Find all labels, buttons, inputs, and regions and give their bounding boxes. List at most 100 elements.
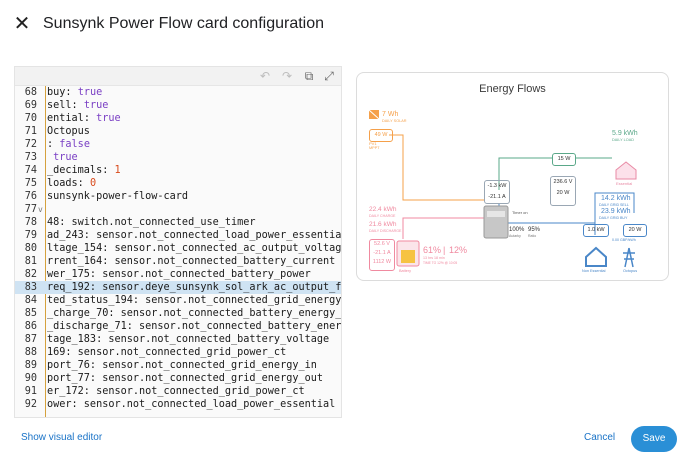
code-line[interactable]: 76 sunsynk-power-flow-card bbox=[15, 190, 341, 203]
code-line[interactable]: 81 rrent_164: sensor.not_connected_batter… bbox=[15, 255, 341, 268]
fold-toggle-icon[interactable]: v bbox=[38, 203, 43, 216]
line-key: ential bbox=[47, 113, 84, 124]
line-number: 74 bbox=[24, 165, 37, 176]
nonessential-house-graphic bbox=[585, 246, 607, 267]
battery-discharge-daily: 21.6 kWh bbox=[369, 221, 397, 228]
undo-icon[interactable]: ↶ bbox=[257, 68, 273, 84]
code-line[interactable]: 79 ad_243: sensor.not_connected_load_powe… bbox=[15, 229, 341, 242]
code-lines[interactable]: 68 buy: true 69 sell: true 70 ential: true 71 O… bbox=[15, 86, 341, 417]
battery-soc-separator: | bbox=[443, 245, 446, 255]
line-number: 77 bbox=[24, 204, 37, 215]
line-text: Octopus bbox=[47, 125, 90, 138]
sun-panel-graphic bbox=[368, 109, 380, 120]
line-text: sunsynk-power-flow-card bbox=[47, 190, 188, 203]
line-key: buy bbox=[47, 87, 66, 98]
line-value: false bbox=[59, 139, 90, 150]
line-number: 85 bbox=[24, 308, 37, 319]
autarky-percent: 100% bbox=[509, 227, 525, 233]
line-number: 91 bbox=[24, 386, 37, 397]
line-number: 78 bbox=[24, 217, 37, 228]
line-text: ower: sensor.not_connected_load_power_es… bbox=[47, 398, 335, 411]
grid-sell-value: 14.2 kWh bbox=[601, 195, 631, 202]
line-key: ltage_154: sensor.not_connected_ac_outpu… bbox=[47, 243, 342, 254]
battery-soc: 61% bbox=[423, 245, 442, 255]
code-line[interactable]: 71 Octopus bbox=[15, 125, 341, 138]
inverter-box-1: -1.3 kW -21.1 A bbox=[484, 180, 510, 204]
line-number: 84 bbox=[24, 295, 37, 306]
cancel-button[interactable]: Cancel bbox=[584, 432, 615, 443]
code-line[interactable]: 90 port_77: sensor.not_connected_grid_ene… bbox=[15, 372, 341, 385]
line-key: 48: switch.not_connected_use_timer bbox=[47, 217, 256, 228]
code-line[interactable]: 83 req_192: sensor.deye_sunsynk_sol_ark_a… bbox=[15, 281, 341, 294]
yaml-code-editor[interactable]: ↶ ↷ ⧉ ⤢ 68 buy: true 69 sell: true 70 ential:… bbox=[14, 66, 342, 418]
battery-graphic bbox=[396, 240, 420, 267]
inverter-voltage: 236.6 V bbox=[553, 179, 573, 185]
code-line[interactable]: 88 169: sensor.not_connected_grid_power_c… bbox=[15, 346, 341, 359]
code-line[interactable]: 68 buy: true bbox=[15, 86, 341, 99]
code-line[interactable]: 73 true bbox=[15, 151, 341, 164]
solar-line bbox=[389, 134, 484, 201]
fullscreen-icon[interactable]: ⤢ bbox=[321, 68, 337, 84]
show-visual-editor-button[interactable]: Show visual editor bbox=[21, 432, 102, 443]
grid-tariff-label: 0.00 GBP/kWh bbox=[612, 238, 636, 242]
code-line[interactable]: 74 _decimals: 1 bbox=[15, 164, 341, 177]
nonessential-label: Non Essential bbox=[582, 269, 606, 273]
line-number: 88 bbox=[24, 347, 37, 358]
code-line[interactable]: 89 port_76: sensor.not_connected_grid_ene… bbox=[15, 359, 341, 372]
line-text: port_76: sensor.not_connected_grid_energ… bbox=[47, 359, 317, 372]
line-text: buy: true bbox=[47, 86, 102, 99]
close-icon[interactable]: ✕ bbox=[12, 14, 32, 34]
code-line[interactable]: 75 loads: 0 bbox=[15, 177, 341, 190]
line-key: 169: sensor.not_connected_grid_power_ct bbox=[47, 347, 287, 358]
grid-buy-label: DAILY GRID BUY bbox=[599, 216, 628, 220]
pv-sub-label: MPPT bbox=[369, 146, 380, 150]
copy-icon[interactable]: ⧉ bbox=[301, 68, 317, 84]
timer-label: Timer on bbox=[512, 210, 528, 215]
line-number: 71 bbox=[24, 126, 37, 137]
grid-buy-value: 23.9 kWh bbox=[601, 208, 631, 215]
line-key: port_76: sensor.not_connected_grid_energ… bbox=[47, 360, 317, 371]
code-line[interactable]: 86 _discharge_71: sensor.not_connected_ba… bbox=[15, 320, 341, 333]
line-key: loads bbox=[47, 178, 78, 189]
redo-icon[interactable]: ↷ bbox=[279, 68, 295, 84]
code-line[interactable]: 72: false bbox=[15, 138, 341, 151]
line-key: sunsynk-power-flow-card bbox=[47, 191, 189, 202]
save-button[interactable]: Save bbox=[631, 426, 677, 452]
code-line[interactable]: 84 ted_status_194: sensor.not_connected_g… bbox=[15, 294, 341, 307]
line-number: 81 bbox=[24, 256, 37, 267]
code-line[interactable]: 70 ential: true bbox=[15, 112, 341, 125]
code-line[interactable]: 78 48: switch.not_connected_use_timer bbox=[15, 216, 341, 229]
code-line[interactable]: 91 er_172: sensor.not_connected_grid_powe… bbox=[15, 385, 341, 398]
code-line[interactable]: 87 tage_183: sensor.not_connected_battery… bbox=[15, 333, 341, 346]
efficiency-percent: 95% bbox=[528, 227, 541, 233]
battery-charge-label: DAILY CHARGE bbox=[369, 214, 396, 218]
code-line[interactable]: 69 sell: true bbox=[15, 99, 341, 112]
code-line[interactable]: 82 wer_175: sensor.not_connected_battery_… bbox=[15, 268, 341, 281]
inverter-graphic bbox=[483, 205, 509, 239]
code-line[interactable]: 77 v bbox=[15, 203, 341, 216]
line-separator: : bbox=[83, 113, 97, 124]
line-number: 92 bbox=[24, 399, 37, 410]
inverter-power: -1.3 kW bbox=[487, 183, 507, 189]
battery-label: Battery bbox=[399, 269, 412, 273]
dialog-title: Sunsynk Power Flow card configuration bbox=[43, 15, 325, 32]
line-number: 82 bbox=[24, 269, 37, 280]
line-number: 69 bbox=[24, 100, 37, 111]
line-key: er_172: sensor.not_connected_grid_power_… bbox=[47, 386, 305, 397]
code-line[interactable]: 92 ower: sensor.not_connected_load_power_… bbox=[15, 398, 341, 411]
line-number: 70 bbox=[24, 113, 37, 124]
battery-stats-box: 52.6 V -21.1 A 1112 W bbox=[369, 239, 395, 271]
line-value: 1 bbox=[114, 165, 121, 176]
line-text: ted_status_194: sensor.not_connected_gri… bbox=[47, 294, 341, 307]
house-graphic bbox=[615, 161, 637, 180]
battery-line bbox=[402, 217, 484, 239]
nonessential-power-box: 1.0 kW bbox=[583, 224, 609, 237]
code-line[interactable]: 85 _charge_70: sensor.not_connected_batte… bbox=[15, 307, 341, 320]
line-separator: : bbox=[47, 139, 60, 150]
line-text: tage_183: sensor.not_connected_battery_v… bbox=[47, 333, 329, 346]
dialog-header: ✕ Sunsynk Power Flow card configuration bbox=[0, 0, 690, 52]
line-number: 73 bbox=[24, 152, 37, 163]
dialog-footer: Show visual editor Cancel Save bbox=[0, 418, 690, 452]
line-number: 89 bbox=[24, 360, 37, 371]
code-line[interactable]: 80 ltage_154: sensor.not_connected_ac_out… bbox=[15, 242, 341, 255]
